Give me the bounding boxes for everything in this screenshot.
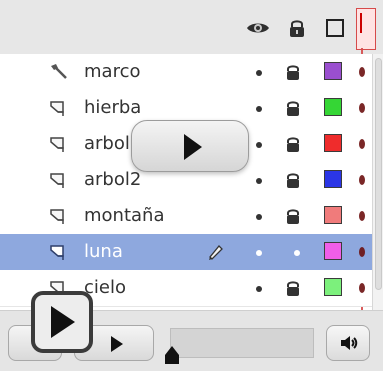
layer-icon [50,209,64,224]
lock-dot[interactable] [294,250,300,256]
timeline-slider-track[interactable] [170,328,314,358]
keyframe-marker [359,67,365,77]
timeline-header [0,0,383,55]
keyframe-marker [359,283,365,293]
speaker-icon [341,336,358,350]
play-icon [51,306,75,338]
visibility-dot[interactable] [256,286,262,292]
volume-button[interactable] [326,325,370,361]
keyframe-marker [359,211,365,221]
layer-color-swatch[interactable] [324,278,342,296]
visibility-dot[interactable] [256,70,262,76]
timeline-header-strip [356,8,376,50]
visibility-dot[interactable] [256,106,262,112]
visibility-dot[interactable] [256,214,262,220]
layer-color-swatch[interactable] [324,242,342,260]
play-icon [184,134,202,160]
layer-icon [50,245,64,260]
layer-icon [50,101,64,116]
layer-list: marco hierba arbol arbol2 montaña luna c… [0,54,383,310]
layer-name: hierba [84,97,142,118]
lock-icon[interactable] [284,99,302,117]
lock-icon[interactable] [284,171,302,189]
layer-name: marco [84,61,141,82]
layer-name: luna [84,241,123,262]
layer-color-swatch[interactable] [324,62,342,80]
pencil-icon[interactable] [206,242,226,262]
layer-icon [50,137,64,152]
lock-icon[interactable] [284,279,302,297]
play-icon [111,336,123,352]
keyframe-marker [359,139,365,149]
lock-icon[interactable] [284,207,302,225]
visibility-dot[interactable] [256,250,262,256]
playhead-marker[interactable] [360,13,362,33]
layer-color-swatch[interactable] [324,98,342,116]
keyframe-marker [359,247,365,257]
layer-row-selected[interactable]: luna [0,234,383,271]
scrollbar-thumb[interactable] [375,58,382,290]
layer-name: arbol2 [84,169,142,190]
eye-icon[interactable] [246,16,270,40]
vertical-scrollbar[interactable] [372,54,383,310]
outline-icon[interactable] [323,16,347,40]
layer-name: arbol [84,133,130,154]
layer-color-swatch[interactable] [324,134,342,152]
lock-icon[interactable] [285,16,309,40]
layer-color-swatch[interactable] [324,170,342,188]
lock-icon[interactable] [284,63,302,81]
corner-play-button[interactable] [31,291,93,353]
layer-row[interactable]: montaña [0,198,383,235]
center-play-overlay[interactable] [131,120,249,172]
visibility-dot[interactable] [256,178,262,184]
hammer-icon [51,64,67,79]
timeline-slider-handle[interactable] [164,345,180,365]
timeline-panel: marco hierba arbol arbol2 montaña luna c… [0,0,383,371]
visibility-dot[interactable] [256,142,262,148]
layer-color-swatch[interactable] [324,206,342,224]
layer-row[interactable]: marco [0,54,383,91]
keyframe-marker [359,175,365,185]
keyframe-marker [359,103,365,113]
layer-icon [50,173,64,188]
layer-name: montaña [84,205,165,226]
lock-icon[interactable] [284,135,302,153]
